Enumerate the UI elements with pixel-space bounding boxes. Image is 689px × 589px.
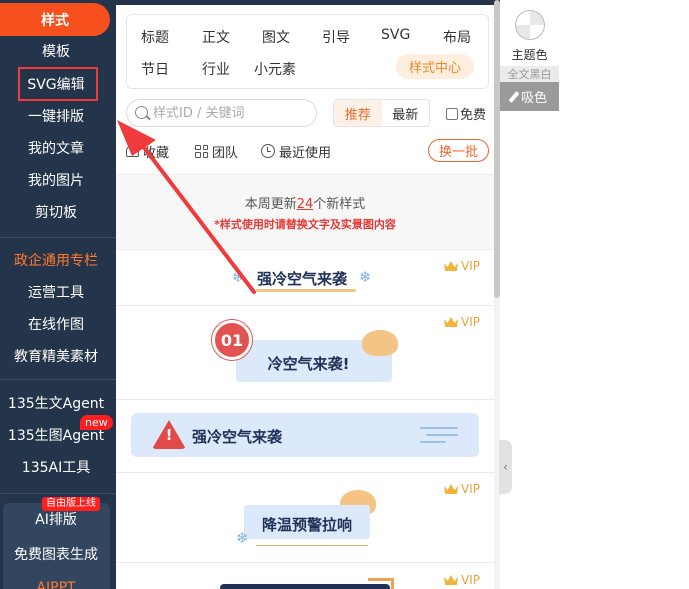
sidebar-divider — [0, 237, 116, 238]
category-image-text[interactable]: 图文 — [262, 27, 290, 47]
style-card-partial[interactable] — [220, 584, 390, 589]
card-divider — [116, 249, 494, 250]
style-panel — [116, 5, 500, 589]
vip-label: VIP — [461, 482, 480, 496]
favorites-label: 收藏 — [143, 145, 170, 161]
category-layout[interactable]: 布局 — [443, 27, 471, 47]
free-checkbox[interactable] — [446, 107, 458, 120]
wind-icon — [420, 441, 446, 443]
sidebar-item-my-images[interactable]: 我的图片 — [0, 166, 112, 194]
card-divider — [116, 562, 494, 563]
heart-icon — [126, 145, 139, 157]
recent-label: 最近使用 — [279, 145, 332, 161]
category-svg[interactable]: SVG — [381, 27, 410, 43]
sidebar-item-ai-tools[interactable]: 135AI工具 — [0, 453, 112, 481]
update-suffix: 个新样式 — [313, 197, 366, 212]
category-body[interactable]: 正文 — [202, 27, 230, 47]
category-small-elements[interactable]: 小元素 — [254, 59, 296, 79]
sidebar-item-clipboard[interactable]: 剪切板 — [0, 198, 112, 226]
search-icon — [135, 106, 148, 119]
team-filter[interactable]: 团队 — [195, 141, 238, 161]
sidebar-item-text-agent[interactable]: 135生文Agent — [0, 389, 112, 417]
card-title: 降温预警拉响 — [261, 516, 352, 534]
color-picker-button[interactable]: 吸色 — [500, 82, 559, 111]
editor-root: 样式 模板 SVG编辑 一键排版 我的文章 我的图片 剪切板 政企通用专栏 运营… — [0, 0, 689, 589]
card-divider — [116, 399, 494, 400]
theme-color-label: 主题色 — [511, 48, 548, 62]
card-title: 强冷空气来袭 — [192, 428, 283, 446]
sidebar-item-education[interactable]: 教育精美素材 — [0, 342, 112, 370]
snowflake-icon: ❄ — [236, 529, 249, 547]
vip-badge: VIP — [444, 482, 480, 496]
favorites-filter[interactable]: 收藏 — [126, 141, 169, 161]
sort-recommend-button[interactable]: 推荐 — [334, 100, 382, 126]
update-prefix: 本周更新 — [244, 197, 297, 212]
sidebar-item-online-design[interactable]: 在线作图 — [0, 310, 112, 338]
palette-icon — [515, 10, 545, 40]
snowflake-icon: ❄ — [359, 268, 372, 286]
vip-badge: VIP — [444, 259, 480, 273]
free-label: 免费 — [460, 108, 487, 123]
sort-latest-button[interactable]: 最新 — [382, 100, 430, 126]
card-divider — [116, 305, 494, 306]
style-center-button[interactable]: 样式中心 — [396, 54, 474, 79]
usage-tip: *样式使用时请替换文字及实景图内容 — [214, 218, 396, 231]
category-title[interactable]: 标题 — [141, 27, 169, 47]
sidebar-item-one-click-layout[interactable]: 一键排版 — [0, 102, 112, 130]
update-count: 24 — [296, 197, 314, 212]
vip-label: VIP — [461, 259, 480, 273]
category-guide[interactable]: 引导 — [322, 27, 350, 47]
update-text: 本周更新24个新样式 — [116, 193, 494, 212]
wind-icon — [420, 427, 458, 429]
collapse-panel-handle[interactable]: ‹ — [499, 440, 512, 494]
grid-icon — [195, 144, 208, 158]
style-card-cold-air-1[interactable]: 强冷空气来袭 — [257, 268, 347, 289]
wind-icon — [426, 434, 458, 436]
color-picker-label: 吸色 — [520, 91, 547, 106]
title-underline — [256, 545, 368, 546]
sidebar-item-template[interactable]: 模板 — [0, 37, 112, 65]
crown-icon — [444, 484, 458, 494]
sidebar-divider — [0, 493, 116, 494]
sidebar-divider — [0, 379, 116, 380]
vip-label: VIP — [461, 573, 480, 587]
free-filter[interactable]: 免费 — [446, 104, 486, 123]
search-input[interactable] — [153, 103, 313, 123]
svg-editor-annotation-box — [18, 67, 98, 101]
team-label: 团队 — [212, 145, 239, 161]
recent-filter[interactable]: 最近使用 — [261, 141, 331, 161]
vip-badge: VIP — [444, 573, 480, 587]
crown-icon — [444, 261, 458, 271]
refresh-button[interactable]: 换一批 — [428, 139, 489, 162]
eyedropper-icon — [508, 90, 520, 103]
sidebar-item-ai-layout[interactable]: AI排版 — [0, 505, 112, 533]
category-industry[interactable]: 行业 — [202, 59, 230, 79]
search-box — [126, 99, 317, 127]
sidebar-item-chart-gen[interactable]: 免费图表生成 — [0, 540, 112, 568]
full-bw-button[interactable]: 全文黑白 — [500, 66, 559, 82]
card-title: 冷空气来袭! — [267, 355, 350, 373]
sidebar-item-ops-tools[interactable]: 运营工具 — [0, 278, 112, 306]
vip-badge: VIP — [444, 315, 480, 329]
title-underline — [256, 289, 356, 292]
update-notice: 本周更新24个新样式 *样式使用时请替换文字及实景图内容 — [116, 175, 494, 249]
crown-icon — [444, 317, 458, 327]
crown-icon — [444, 575, 458, 585]
exclamation-glyph: ! — [165, 426, 173, 444]
sidebar-item-style[interactable]: 样式 — [0, 3, 110, 36]
theme-color-button[interactable]: 主题色 — [500, 4, 559, 66]
vip-label: VIP — [461, 315, 480, 329]
sidebar-item-my-articles[interactable]: 我的文章 — [0, 134, 112, 162]
sidebar-item-aippt[interactable]: AIPPT — [0, 574, 112, 589]
clock-icon — [261, 144, 275, 158]
snowflake-icon: ❄ — [232, 268, 245, 286]
sidebar-item-gov-column[interactable]: 政企通用专栏 — [0, 246, 112, 274]
card-divider — [116, 472, 494, 473]
new-badge: new — [80, 415, 113, 430]
sort-toggle: 推荐 最新 — [333, 99, 430, 127]
category-festival[interactable]: 节日 — [141, 59, 169, 79]
